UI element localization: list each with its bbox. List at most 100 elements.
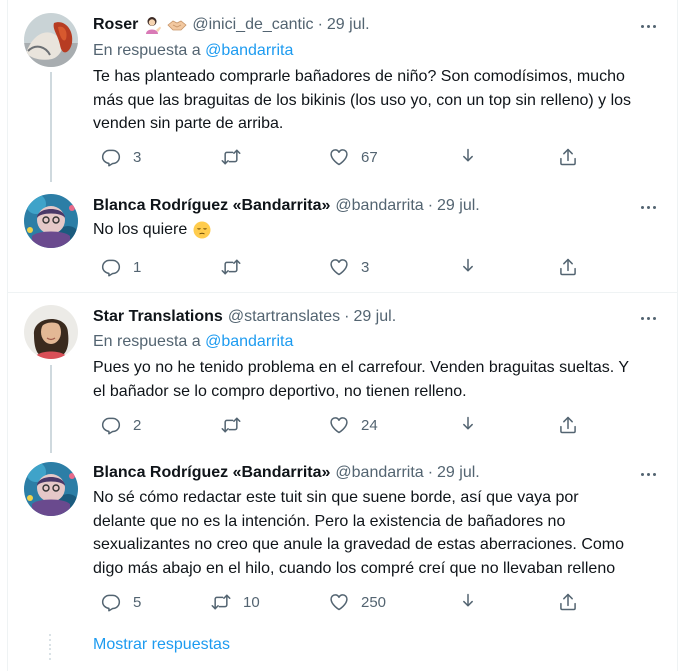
tweet-date[interactable]: 29 jul. (353, 308, 396, 326)
mention-link[interactable]: @bandarrita (205, 42, 293, 59)
thread-line (50, 72, 52, 182)
more-icon[interactable] (636, 16, 660, 36)
retweet-icon (221, 257, 241, 277)
share-upload-icon (558, 147, 578, 167)
share-icon (458, 257, 478, 277)
text-line: más que las braguitas de los bikinis (lo… (93, 91, 632, 109)
avatar[interactable] (24, 13, 78, 67)
action-bar: 5 10 250 (93, 590, 583, 614)
share-button[interactable] (458, 590, 478, 614)
like-icon (329, 415, 349, 435)
share-upload-button[interactable] (558, 590, 578, 614)
action-bar: 2 24 (93, 413, 583, 437)
reply-button[interactable]: 5 (101, 590, 141, 614)
tweet-text: No sé cómo redactar este tuit sin que su… (93, 486, 663, 580)
reply-prefix: En respuesta a (93, 42, 201, 59)
text-line: sexualizantes no creo que anule la grave… (93, 536, 624, 553)
text-line: Te has planteado comprarle bañadores de … (93, 68, 625, 85)
like-icon (329, 147, 349, 167)
tweet-date[interactable]: 29 jul. (437, 464, 480, 482)
handle[interactable]: @inici_de_cantic (192, 16, 313, 34)
reply-button[interactable]: 1 (101, 255, 141, 279)
action-bar: 1 3 (93, 255, 583, 279)
pensive-face-icon (193, 221, 211, 239)
tweet-text: Te has planteado comprarle bañadores de … (93, 65, 663, 136)
avatar[interactable] (24, 462, 78, 516)
text-line: el bañador se lo compro deportivo, no ti… (93, 382, 467, 400)
mention-link[interactable]: @bandarrita (205, 333, 293, 350)
reply-icon (101, 147, 121, 167)
like-button[interactable]: 3 (329, 255, 369, 279)
handshake-icon (167, 20, 187, 31)
like-icon (329, 257, 349, 277)
reply-button[interactable]: 3 (101, 145, 141, 169)
retweet-icon (221, 415, 241, 435)
reply-prefix: En respuesta a (93, 333, 201, 350)
retweet-icon (211, 592, 231, 612)
reply-icon (101, 257, 121, 277)
retweet-count: 10 (243, 593, 260, 611)
show-replies-link[interactable]: Mostrar respuestas (93, 636, 230, 654)
more-icon[interactable] (636, 197, 660, 217)
retweet-icon (221, 147, 241, 167)
like-icon (329, 592, 349, 612)
share-upload-button[interactable] (558, 255, 578, 279)
display-name[interactable]: Blanca Rodríguez «Bandarrita» (93, 197, 330, 215)
more-icon[interactable] (636, 308, 660, 328)
like-button[interactable]: 67 (329, 145, 378, 169)
retweet-button[interactable] (221, 145, 253, 169)
share-upload-button[interactable] (558, 413, 578, 437)
avatar[interactable] (24, 194, 78, 248)
avatar[interactable] (24, 305, 78, 359)
handle[interactable]: @bandarrita (335, 197, 423, 215)
reply-context: En respuesta a @bandarrita (93, 40, 293, 62)
tweet-startranslates[interactable]: Star Translations @startranslates · 29 j… (7, 293, 678, 453)
like-button[interactable]: 250 (329, 590, 386, 614)
more-icon[interactable] (636, 464, 660, 484)
tweet-bandarrita-2[interactable]: Blanca Rodríguez «Bandarrita» @bandarrit… (7, 453, 678, 623)
reply-context: En respuesta a @bandarrita (93, 331, 293, 353)
like-count: 67 (361, 148, 378, 166)
share-upload-button[interactable] (558, 145, 578, 169)
text-line: No los quiere (93, 221, 188, 238)
share-button[interactable] (458, 413, 478, 437)
like-count: 24 (361, 416, 378, 434)
handle[interactable]: @bandarrita (335, 464, 423, 482)
tweet-header: Blanca Rodríguez «Bandarrita» @bandarrit… (93, 462, 480, 484)
share-button[interactable] (458, 145, 478, 169)
tweet-roser[interactable]: Roser @inici_de_cantic · 29 jul. En resp… (7, 0, 678, 182)
retweet-button[interactable] (221, 413, 253, 437)
tweet-bandarrita-1[interactable]: Blanca Rodríguez «Bandarrita» @bandarrit… (7, 182, 678, 292)
tweet-header: Blanca Rodríguez «Bandarrita» @bandarrit… (93, 195, 480, 217)
separator-dot: · (427, 464, 434, 481)
thread-line (50, 365, 52, 453)
text-line: digo más abajo en el hilo, cuando los co… (93, 559, 616, 577)
text-line: delante que no es la intención. Pero la … (93, 512, 566, 530)
text-line: venden sin parte de arriba. (93, 115, 284, 132)
tweet-header: Roser @inici_de_cantic · 29 jul. (93, 14, 370, 36)
share-icon (458, 592, 478, 612)
text-line: Pues yo no he tenido problema en el carr… (93, 359, 630, 376)
tweet-date[interactable]: 29 jul. (327, 16, 370, 34)
handle[interactable]: @startranslates (228, 308, 340, 326)
like-count: 3 (361, 258, 370, 276)
share-icon (458, 147, 478, 167)
separator-dot: · (344, 308, 350, 325)
share-button[interactable] (458, 255, 478, 279)
retweet-button[interactable]: 10 (211, 590, 260, 614)
reply-icon (101, 592, 121, 612)
like-button[interactable]: 24 (329, 413, 378, 437)
reply-icon (101, 415, 121, 435)
tweet-text: No los quiere (93, 218, 663, 242)
separator-dot: · (317, 16, 323, 33)
woman-tipping-hand-icon (146, 17, 162, 34)
display-name[interactable]: Blanca Rodríguez «Bandarrita» (93, 464, 330, 482)
display-name[interactable]: Roser (93, 16, 138, 34)
display-name[interactable]: Star Translations (93, 308, 223, 326)
share-upload-icon (558, 415, 578, 435)
tweet-header: Star Translations @startranslates · 29 j… (93, 306, 396, 328)
share-upload-icon (558, 592, 578, 612)
retweet-button[interactable] (221, 255, 253, 279)
reply-button[interactable]: 2 (101, 413, 141, 437)
tweet-date[interactable]: 29 jul. (437, 197, 480, 215)
